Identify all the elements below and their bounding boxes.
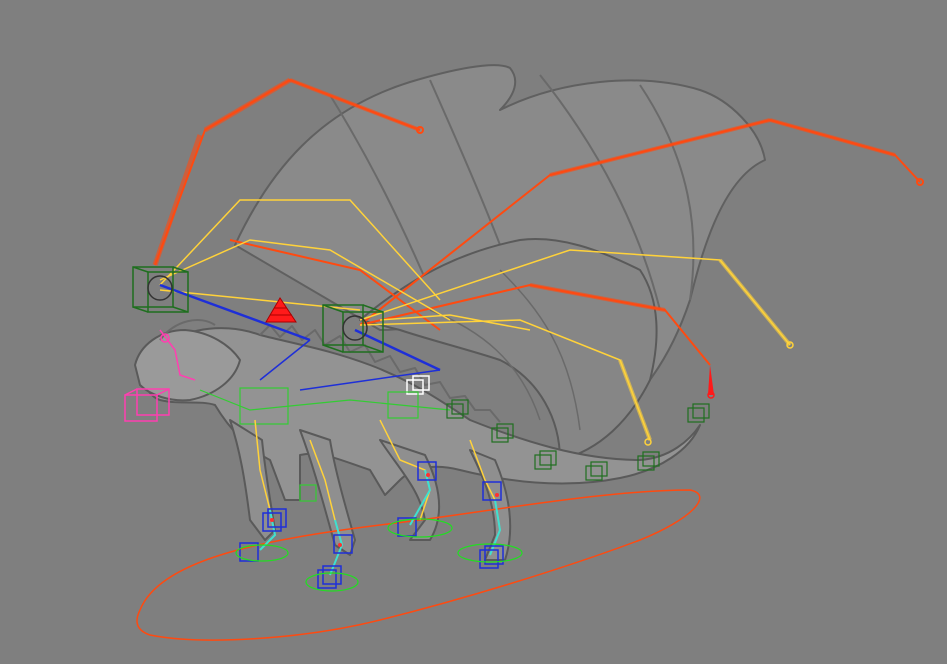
shoulder-control-right[interactable] [322, 304, 384, 353]
master-ground-control[interactable] [136, 489, 701, 641]
3d-viewport[interactable] [0, 0, 947, 664]
viewport-canvas[interactable] [0, 0, 947, 664]
dragon-mesh [134, 64, 766, 561]
wing-tip-joint[interactable] [707, 365, 715, 399]
